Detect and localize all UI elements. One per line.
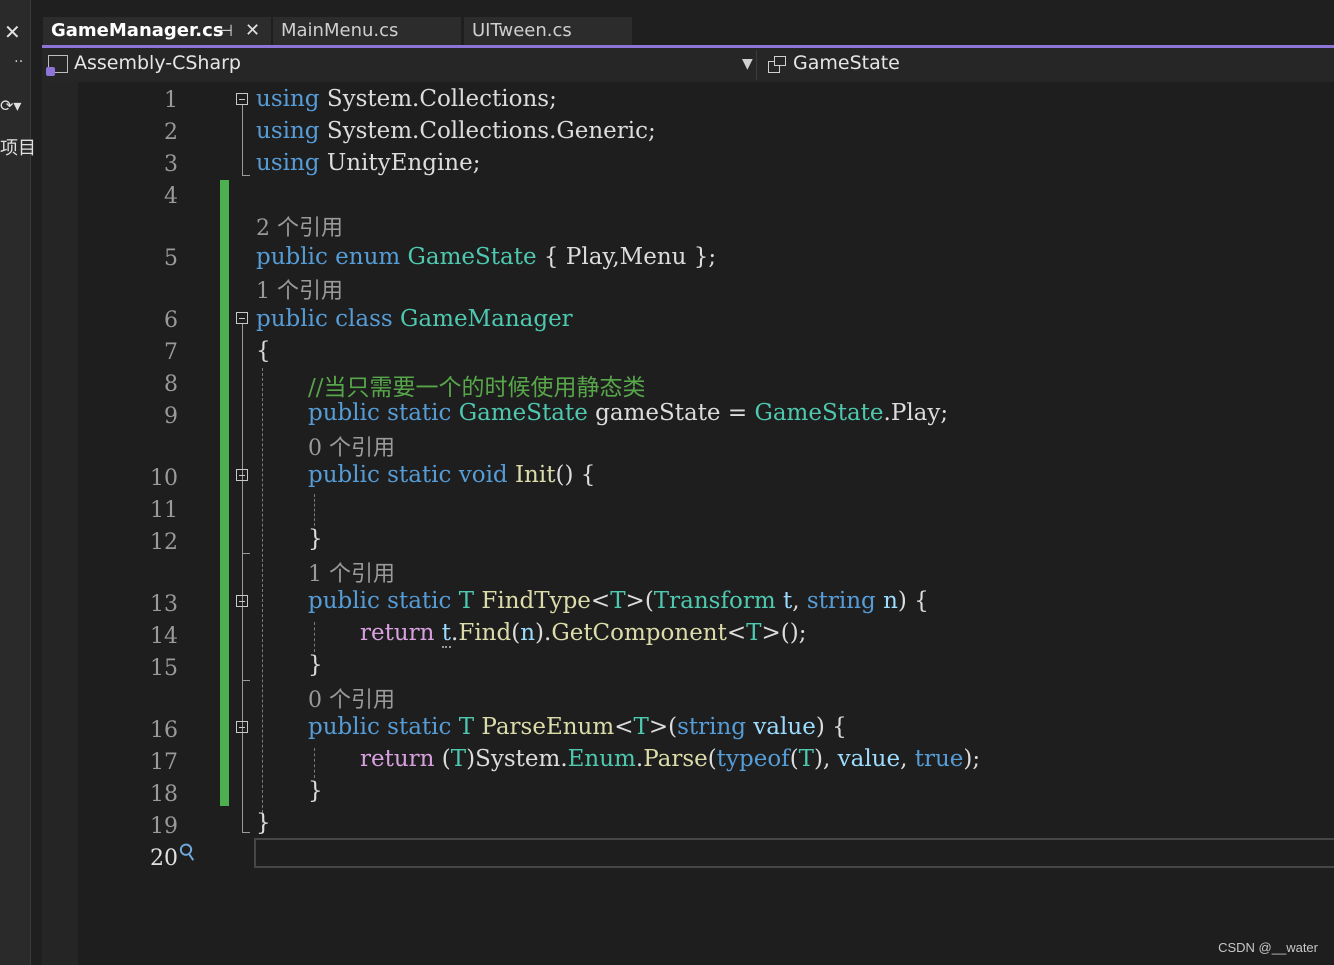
refresh-dropdown-icon[interactable]: ⟳▾	[0, 96, 21, 115]
collapse-icon[interactable]	[236, 93, 248, 105]
overflow-icon[interactable]: ‥	[14, 50, 23, 66]
outline-guide-end	[242, 553, 250, 554]
line-number: 20	[150, 846, 178, 871]
line-number: 18	[150, 782, 178, 807]
indent-guide	[314, 494, 315, 526]
code-line-1: using System.Collections;	[256, 86, 557, 112]
line-number: 8	[164, 372, 178, 397]
code-line-12: }	[308, 526, 323, 552]
code-line-10: public static void Init() {	[308, 462, 596, 488]
line-number: 6	[164, 308, 178, 333]
code-line-16: public static T ParseEnum<T>(string valu…	[308, 714, 847, 740]
line-number: 15	[150, 656, 178, 681]
project-label: 项目	[0, 138, 36, 159]
tab-gamemanager[interactable]: GameManager.cs ⊣ ✕	[43, 17, 271, 45]
reference-count-lens[interactable]: 1 个引用	[256, 273, 343, 305]
collapse-icon[interactable]	[236, 312, 248, 324]
reference-count-lens[interactable]: 0 个引用	[308, 430, 395, 462]
line-number: 5	[164, 246, 178, 271]
member-dropdown[interactable]: GameState	[793, 52, 900, 74]
project-icon	[46, 55, 68, 76]
indent-guide	[314, 748, 315, 778]
project-dropdown[interactable]: Assembly-CSharp	[74, 52, 241, 74]
line-number: 7	[164, 340, 178, 365]
code-line-15: }	[308, 652, 323, 678]
outline-guide	[242, 324, 243, 832]
close-panel-icon[interactable]: ✕	[4, 20, 21, 44]
code-line-13: public static T FindType<T>(Transform t,…	[308, 588, 929, 614]
code-line-19: }	[256, 810, 271, 836]
tab-uitween[interactable]: UITween.cs	[464, 17, 632, 45]
line-number: 19	[150, 814, 178, 839]
line-number: 13	[150, 592, 178, 617]
reference-count-lens[interactable]: 1 个引用	[308, 556, 395, 588]
collapse-icon[interactable]	[236, 469, 248, 481]
code-comment: //当只需要一个的时候使用静态类	[308, 375, 646, 401]
code-line-3: using UnityEngine;	[256, 150, 481, 176]
line-number: 9	[164, 404, 178, 429]
line-number: 16	[150, 718, 178, 743]
line-number: 1	[164, 88, 178, 113]
code-line-5: public enum GameState { Play,Menu };	[256, 244, 717, 270]
glyph-margin	[42, 82, 78, 965]
chevron-down-icon[interactable]: ▼	[742, 56, 753, 72]
line-number: 4	[164, 184, 178, 209]
code-line-9: public static GameState gameState = Game…	[308, 400, 949, 426]
collapse-icon[interactable]	[236, 721, 248, 733]
line-number: 3	[164, 152, 178, 177]
enum-icon	[768, 56, 786, 73]
tab-label: GameManager.cs	[51, 20, 224, 41]
line-number: 2	[164, 120, 178, 145]
code-line-14: return t.Find(n).GetComponent<T>();	[360, 620, 807, 648]
change-indicator-bar	[220, 180, 229, 806]
line-number: 14	[150, 624, 178, 649]
indent-guide	[262, 368, 263, 828]
watermark: CSDN @__water	[1218, 940, 1318, 955]
tab-mainmenu[interactable]: MainMenu.cs	[273, 17, 461, 45]
code-line-17: return (T)System.Enum.Parse(typeof(T), v…	[360, 746, 981, 772]
code-line-6: public class GameManager	[256, 306, 573, 332]
outline-guide	[242, 105, 243, 175]
collapse-icon[interactable]	[236, 595, 248, 607]
line-number: 11	[150, 498, 178, 523]
code-line-18: }	[308, 778, 323, 804]
line-number: 17	[150, 750, 178, 775]
code-line-7: {	[256, 338, 271, 364]
nav-divider	[756, 50, 757, 80]
current-line-highlight	[254, 838, 1334, 868]
line-number: 12	[150, 530, 178, 555]
outline-guide-end	[242, 680, 250, 681]
pin-icon[interactable]: ⊣	[219, 17, 233, 45]
line-number: 10	[150, 466, 178, 491]
reference-count-lens[interactable]: 0 个引用	[308, 682, 395, 714]
reference-count-lens[interactable]: 2 个引用	[256, 210, 343, 242]
outline-guide-end	[242, 175, 250, 176]
outline-guide-end	[242, 832, 250, 833]
close-tab-icon[interactable]: ✕	[245, 17, 260, 45]
indent-guide	[314, 622, 315, 652]
code-line-2: using System.Collections.Generic;	[256, 118, 656, 144]
